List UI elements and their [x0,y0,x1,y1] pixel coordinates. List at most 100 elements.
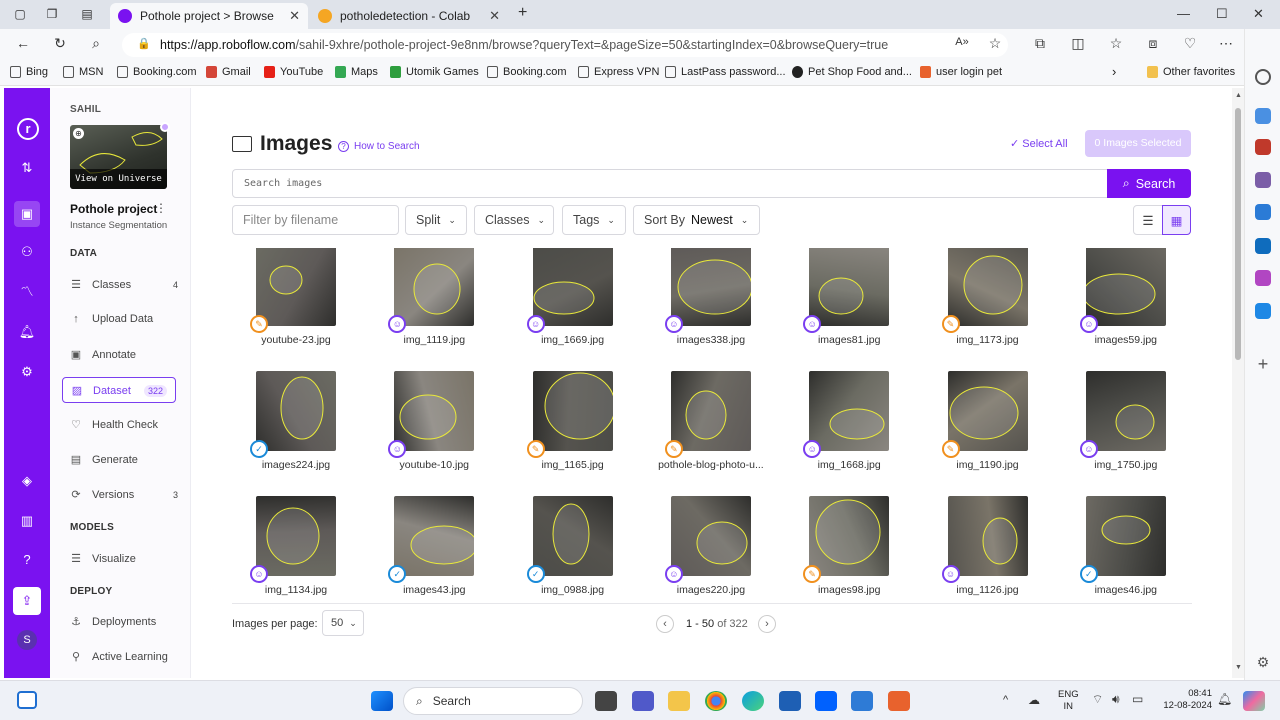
tab-colab[interactable]: potholedetection - Colab ✕ [310,3,508,29]
split-screen-icon[interactable]: ◫ [1068,35,1088,52]
image-thumbnail[interactable] [809,371,890,451]
image-thumbnail[interactable] [532,248,613,326]
bookmark-msn[interactable]: MSN [63,66,103,78]
wifi-icon[interactable]: ⌔ [1092,692,1103,707]
how-to-search-link[interactable]: ? How to Search [338,141,420,152]
sidebar-item-annotate[interactable]: ▣ Annotate [70,348,178,362]
add-icon[interactable]: + [1255,355,1271,373]
per-page-select[interactable]: 50 ⌄ [322,610,364,636]
image-thumbnail[interactable] [809,496,890,576]
filename-filter-input[interactable]: Filter by filename [232,205,399,235]
scroll-up-icon[interactable]: ▲ [1235,92,1242,99]
copilot-icon[interactable] [1243,691,1265,711]
tray-overflow-icon[interactable]: ^ [1003,694,1008,706]
send-icon[interactable] [1255,303,1271,319]
sort-dropdown[interactable]: Sort By Newest ⌄ [633,205,760,235]
tab-actions-icon[interactable]: ▤ [77,7,97,21]
next-page-button[interactable]: › [758,615,776,633]
collections-icon[interactable]: ⧈ [1143,35,1163,52]
bookmark-booking[interactable]: Booking.com [117,66,197,78]
favorites-icon[interactable]: ☆ [1106,35,1126,52]
image-thumbnail[interactable] [394,496,475,576]
bookmark-youtube[interactable]: YouTube [264,66,323,78]
close-window-icon[interactable]: ✕ [1253,6,1264,22]
help-icon[interactable]: ? [17,550,37,570]
back-icon[interactable]: ← [13,35,33,51]
browser-essentials-icon[interactable]: ♡ [1180,35,1200,52]
image-thumbnail[interactable] [532,496,613,576]
battery-icon[interactable]: ▭ [1132,692,1143,706]
image-thumbnail[interactable] [670,496,751,576]
app-icon[interactable] [851,691,873,711]
sidebar-item-dataset[interactable]: ▨ Dataset 322 [62,377,176,403]
tab-roboflow[interactable]: Pothole project > Browse ✕ [110,3,308,29]
folder-icon[interactable] [668,691,690,711]
language-indicator[interactable]: ENG IN [1058,689,1079,713]
prev-page-button[interactable]: ‹ [656,615,674,633]
image-thumbnail[interactable] [394,248,475,326]
file-explorer-dark-icon[interactable] [595,691,617,711]
workspaces-icon[interactable]: ❐ [42,7,62,21]
image-thumbnail[interactable] [1085,248,1166,326]
search-icon[interactable]: ⌕ [86,35,106,52]
sidebar-item-active-learning[interactable]: ⚲ Active Learning [70,650,178,664]
other-favorites[interactable]: Other favorites [1147,66,1235,78]
image-thumbnail[interactable] [256,371,336,451]
widgets-icon[interactable] [17,691,37,709]
clock[interactable]: 08:41 12-08-2024 [1163,688,1212,712]
sidebar-item-visualize[interactable]: ☰ Visualize [70,552,178,566]
new-tab-icon[interactable]: + [518,4,527,22]
sidebar-item-versions[interactable]: ⟳ Versions 3 [70,488,178,502]
close-tab-icon[interactable]: ✕ [489,8,500,24]
store-icon[interactable] [779,691,801,711]
image-thumbnail[interactable] [256,248,336,326]
sidebar-item-classes[interactable]: ☰ Classes 4 [70,278,178,292]
list-view-button[interactable]: ☰ [1133,205,1163,235]
bookmark-gmail[interactable]: Gmail [206,66,251,78]
search-button[interactable]: ⌕ Search [1107,169,1191,198]
url-field[interactable]: 🔒 https://app.roboflow.com/sahil-9xhre/p… [122,33,1008,57]
bookmark-user-login[interactable]: user login pet [920,66,1002,78]
classes-dropdown[interactable]: Classes ⌄ [474,205,554,235]
lock-icon[interactable]: 🔒 [134,37,154,50]
windows-start-icon[interactable] [371,691,393,711]
more-menu-icon[interactable]: ⋯ [1216,35,1236,52]
user-avatar[interactable]: S [17,630,37,650]
maximize-icon[interactable]: ☐ [1216,6,1228,22]
scroll-down-icon[interactable]: ▼ [1235,664,1242,671]
minimize-icon[interactable]: — [1177,6,1190,21]
bookmark-maps[interactable]: Maps [335,66,378,78]
refresh-icon[interactable]: ↻ [50,35,70,52]
projects-icon[interactable]: ▣ [14,201,40,227]
profile-icon[interactable]: ▢ [10,7,30,21]
scrollbar-thumb[interactable] [1235,108,1241,360]
image-thumbnail[interactable] [256,496,336,576]
tools-icon[interactable] [1255,139,1271,155]
workflows-icon[interactable]: ⚇ [17,242,37,262]
tags-dropdown[interactable]: Tags ⌄ [562,205,626,235]
edge-icon[interactable] [742,691,764,711]
bookmark-booking-2[interactable]: Booking.com [487,66,567,78]
tag-icon[interactable] [1255,108,1271,124]
project-thumbnail[interactable]: ⊕ View on Universe [70,125,167,189]
project-menu-icon[interactable]: ⋮ [155,201,167,215]
image-thumbnail[interactable] [947,248,1028,326]
bookmark-expressvpn[interactable]: Express VPN [578,66,659,78]
designer-icon[interactable] [1255,270,1271,286]
notifications-icon[interactable]: 🔔︎ [17,322,37,342]
roboflow-logo-icon[interactable]: r [17,118,39,140]
xampp-icon[interactable] [888,691,910,711]
sidebar-item-health-check[interactable]: ♡ Health Check [70,418,178,432]
teams-icon[interactable] [632,691,654,711]
close-tab-icon[interactable]: ✕ [289,8,300,24]
notification-bell-icon[interactable]: 🔔︎ [1217,692,1232,706]
settings-icon[interactable]: ⚙ [17,362,37,382]
grid-view-button[interactable]: ▦ [1162,205,1191,235]
extensions-icon[interactable]: ⧉ [1030,35,1050,52]
split-dropdown[interactable]: Split ⌄ [405,205,467,235]
docs-icon[interactable]: ▥ [17,511,37,531]
bookmark-lastpass[interactable]: LastPass password... [665,66,786,78]
image-thumbnail[interactable] [1085,496,1166,576]
image-thumbnail[interactable] [947,496,1028,576]
image-thumbnail[interactable] [670,371,751,451]
